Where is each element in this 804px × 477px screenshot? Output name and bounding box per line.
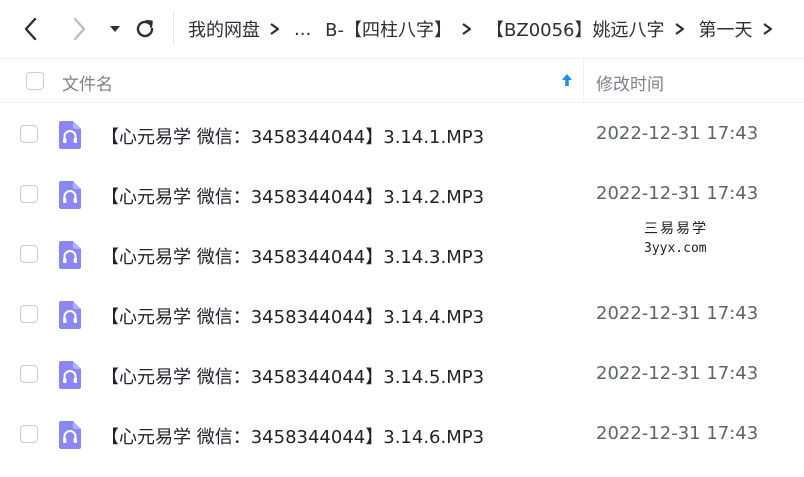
- chevron-right-icon: [762, 23, 772, 35]
- history-dropdown-button[interactable]: [100, 14, 130, 44]
- row-checkbox[interactable]: [20, 185, 38, 203]
- file-modified-time: 2022-12-31 17:43: [596, 303, 759, 324]
- row-checkbox[interactable]: [20, 245, 38, 263]
- file-name[interactable]: 【心元易学 微信：3458344044】3.14.1.MP3: [101, 123, 484, 149]
- file-modified-time: 2022-12-31 17:43: [596, 183, 759, 204]
- file-name[interactable]: 【心元易学 微信：3458344044】3.14.4.MP3: [101, 303, 484, 329]
- toolbar-divider: [173, 13, 174, 43]
- audio-file-icon: [59, 241, 81, 269]
- breadcrumb-item-root[interactable]: 我的网盘: [188, 16, 260, 42]
- audio-file-icon: [59, 301, 81, 329]
- row-checkbox[interactable]: [20, 125, 38, 143]
- file-name[interactable]: 【心元易学 微信：3458344044】3.14.2.MP3: [101, 183, 484, 209]
- audio-file-icon: [59, 421, 81, 449]
- back-arrow-icon: [24, 17, 37, 41]
- back-button[interactable]: [16, 14, 46, 44]
- sort-up-arrow-icon[interactable]: [561, 73, 573, 87]
- file-list-header: 文件名 修改时间: [0, 58, 804, 103]
- row-checkbox[interactable]: [20, 365, 38, 383]
- file-modified-time: 2022-12-31 17:43: [596, 363, 759, 384]
- row-checkbox[interactable]: [20, 425, 38, 443]
- dropdown-caret-icon: [110, 26, 120, 32]
- column-header-name[interactable]: 文件名: [62, 70, 113, 95]
- watermark: 三易易学 3yyx.com: [606, 214, 752, 266]
- file-name[interactable]: 【心元易学 微信：3458344044】3.14.3.MP3: [101, 243, 484, 269]
- column-divider[interactable]: [583, 59, 584, 103]
- breadcrumb-item-course[interactable]: 【BZ0056】姚远八字: [486, 16, 665, 42]
- toolbar: 我的网盘 ... B-【四柱八字】 【BZ0056】姚远八字 第一天: [0, 0, 804, 58]
- forward-button[interactable]: [64, 14, 94, 44]
- chevron-right-icon: [462, 23, 472, 35]
- row-checkbox[interactable]: [20, 305, 38, 323]
- file-modified-time: 2022-12-31 17:43: [596, 423, 759, 444]
- file-row[interactable]: 【心元易学 微信：3458344044】3.14.4.MP3 2022-12-3…: [0, 284, 804, 344]
- breadcrumb: 我的网盘 ... B-【四柱八字】 【BZ0056】姚远八字 第一天: [188, 14, 787, 44]
- audio-file-icon: [59, 121, 81, 149]
- chevron-right-icon: [674, 23, 684, 35]
- breadcrumb-item-current[interactable]: 第一天: [699, 16, 753, 42]
- refresh-button[interactable]: [130, 14, 160, 44]
- breadcrumb-ellipsis[interactable]: ...: [294, 19, 311, 40]
- file-name[interactable]: 【心元易学 微信：3458344044】3.14.5.MP3: [101, 363, 484, 389]
- column-header-modified[interactable]: 修改时间: [596, 70, 664, 95]
- file-row[interactable]: 【心元易学 微信：3458344044】3.14.5.MP3 2022-12-3…: [0, 344, 804, 404]
- audio-file-icon: [59, 361, 81, 389]
- file-row[interactable]: 【心元易学 微信：3458344044】3.14.1.MP3 2022-12-3…: [0, 104, 804, 164]
- chevron-right-icon: [270, 23, 280, 35]
- audio-file-icon: [59, 181, 81, 209]
- select-all-checkbox[interactable]: [26, 72, 44, 90]
- refresh-icon: [136, 20, 154, 38]
- breadcrumb-item-category[interactable]: B-【四柱八字】: [325, 16, 452, 42]
- file-row[interactable]: 【心元易学 微信：3458344044】3.14.6.MP3 2022-12-3…: [0, 404, 804, 464]
- forward-arrow-icon: [73, 17, 86, 41]
- file-modified-time: 2022-12-31 17:43: [596, 123, 759, 144]
- watermark-title: 三易易学: [644, 221, 708, 237]
- file-name[interactable]: 【心元易学 微信：3458344044】3.14.6.MP3: [101, 423, 484, 449]
- watermark-url: 3yyx.com: [644, 241, 707, 256]
